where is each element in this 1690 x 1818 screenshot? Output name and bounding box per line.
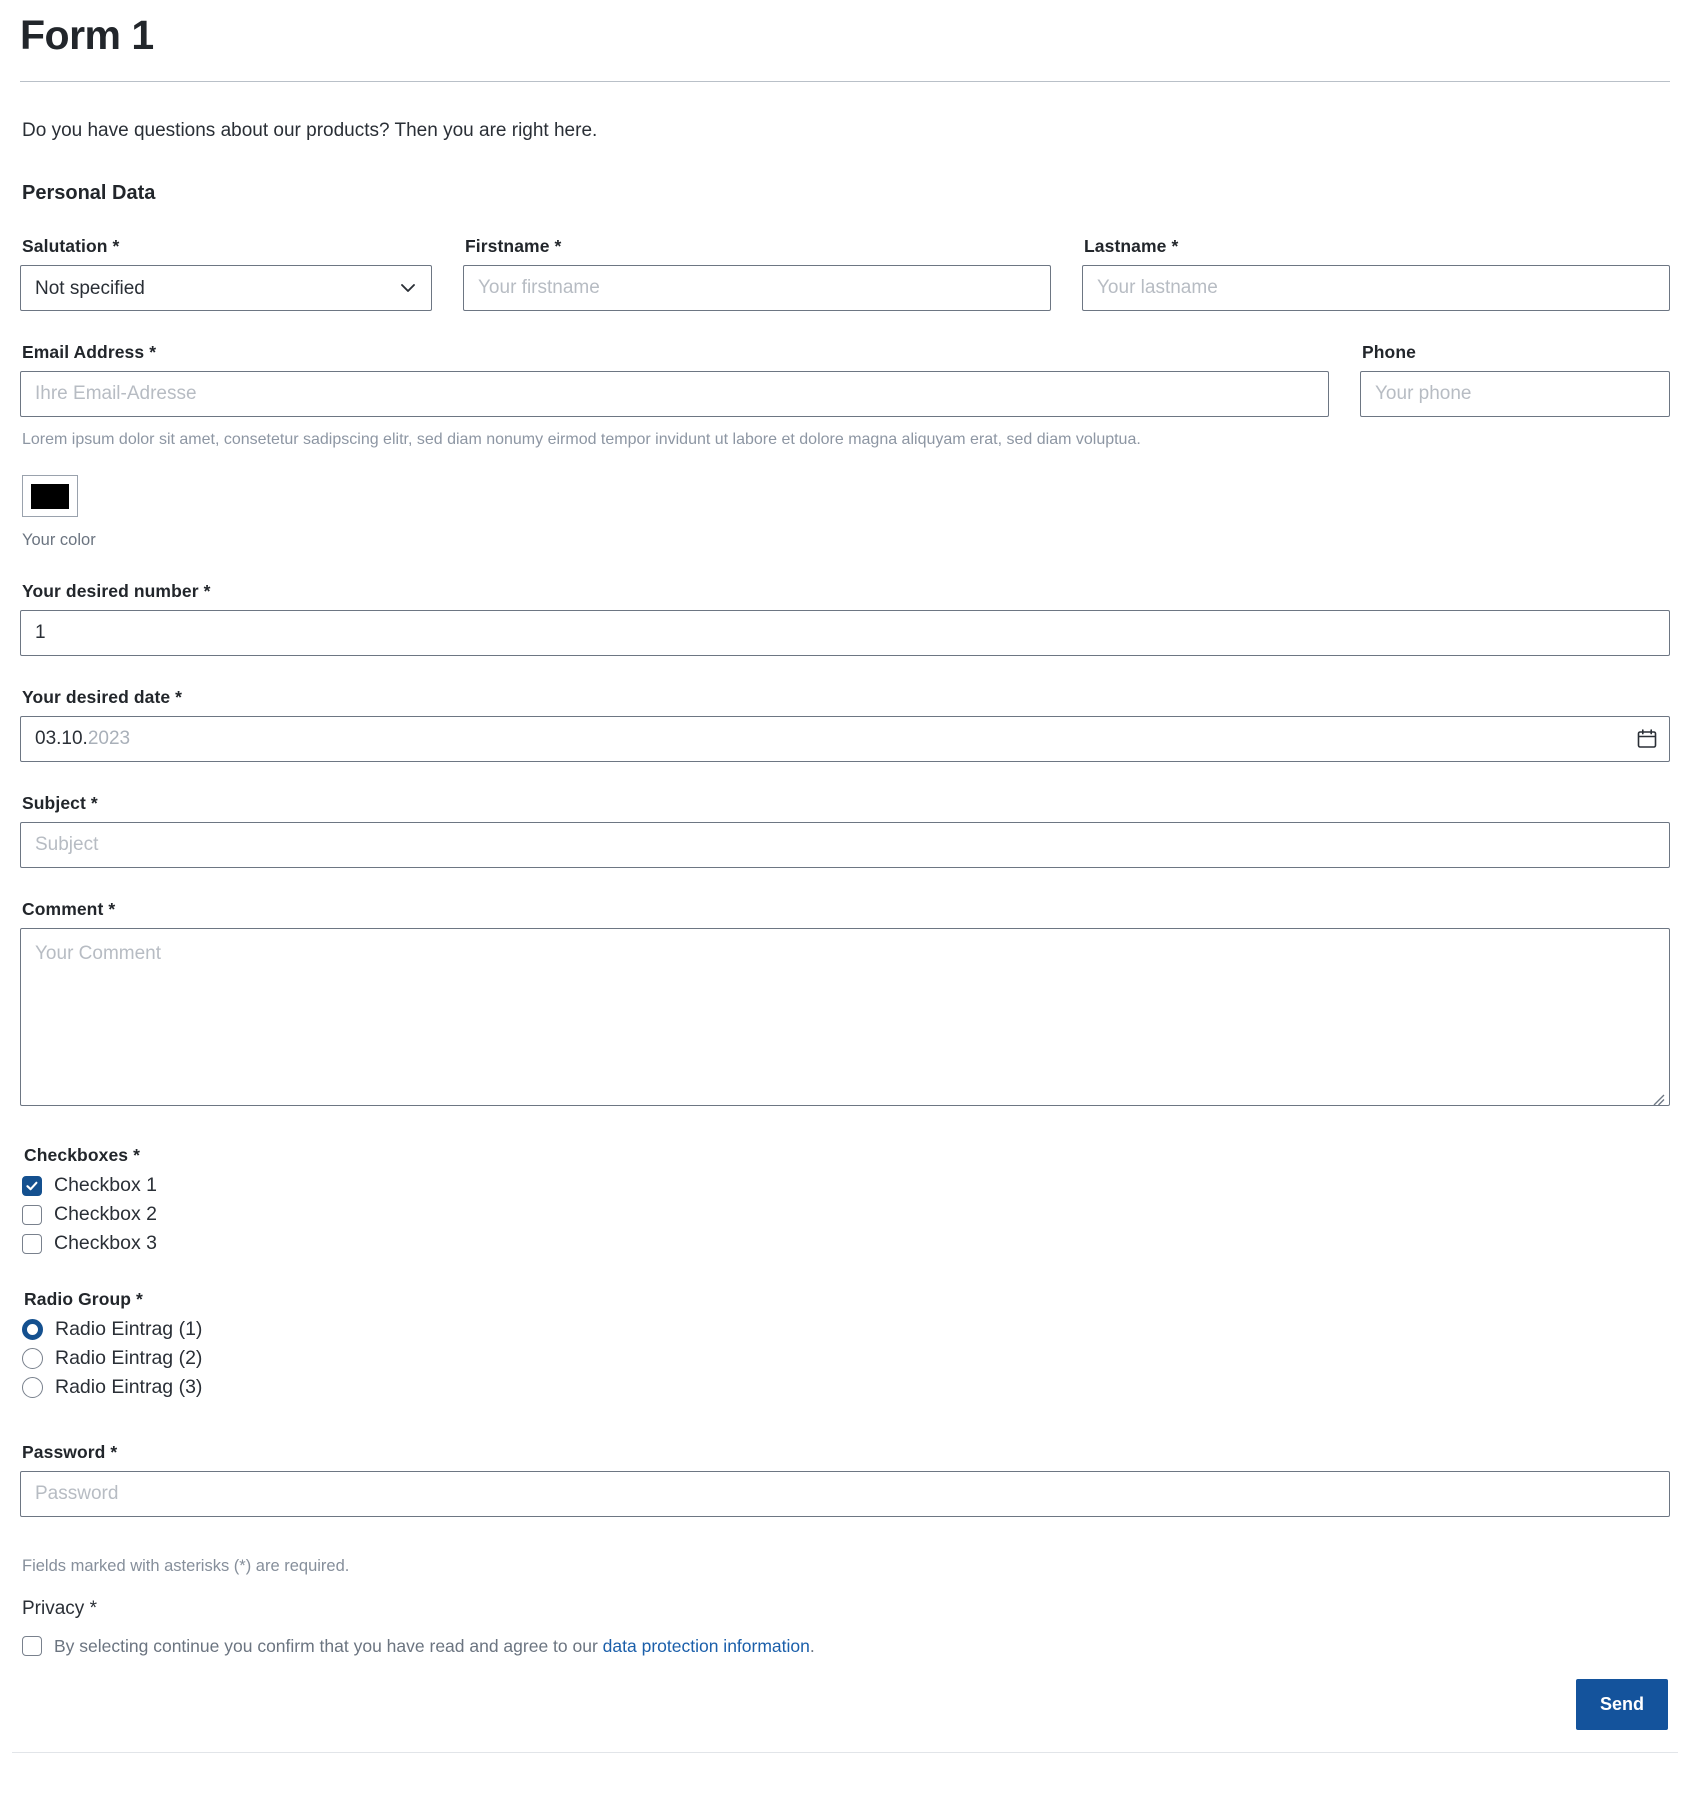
field-firstname: Firstname * <box>463 236 1051 311</box>
checkbox-input-2[interactable] <box>22 1204 42 1225</box>
field-salutation: Salutation * Not specified <box>20 236 432 311</box>
comment-wrapper <box>20 928 1670 1111</box>
form-actions: Send <box>12 1679 1668 1730</box>
radio-input-3[interactable] <box>22 1377 43 1398</box>
calendar-icon[interactable] <box>1636 728 1658 750</box>
checkboxes-label: Checkboxes * <box>24 1145 140 1165</box>
checkbox-label-1: Checkbox 1 <box>54 1174 157 1196</box>
bottom-divider <box>12 1752 1678 1753</box>
phone-input[interactable] <box>1360 371 1670 417</box>
date-input-wrapper: 03.10.2023 <box>20 716 1670 762</box>
email-helper-text: Lorem ipsum dolor sit amet, consetetur s… <box>22 431 1141 448</box>
row-password: Password * <box>20 1411 1670 1517</box>
salutation-label: Salutation * <box>22 236 120 256</box>
required-fields-note: Fields marked with asterisks (*) are req… <box>22 1557 350 1575</box>
radio-label-1: Radio Eintrag (1) <box>55 1318 203 1340</box>
field-number: Your desired number * <box>20 581 1670 656</box>
date-input[interactable] <box>20 716 1670 762</box>
checkbox-row[interactable]: Checkbox 2 <box>22 1203 1678 1226</box>
checkbox-input-3[interactable] <box>22 1233 42 1254</box>
field-checkboxes: Checkboxes * Checkbox 1 Checkbox 2 Check… <box>22 1145 1678 1255</box>
field-email: Email Address * <box>20 342 1329 417</box>
firstname-input[interactable] <box>463 265 1051 311</box>
page-title: Form 1 <box>20 12 154 58</box>
field-subject: Subject * <box>20 793 1670 868</box>
privacy-text-part: By selecting continue you confirm that y… <box>54 1636 603 1656</box>
field-date: Your desired date * 03.10.2023 <box>20 687 1670 762</box>
radio-label-3: Radio Eintrag (3) <box>55 1376 203 1398</box>
send-button[interactable]: Send <box>1575 1679 1668 1730</box>
checkbox-label-2: Checkbox 2 <box>54 1203 157 1225</box>
subject-input[interactable] <box>20 822 1670 868</box>
email-input[interactable] <box>20 371 1329 417</box>
checkbox-label-3: Checkbox 3 <box>54 1232 157 1254</box>
privacy-checkbox[interactable] <box>22 1636 42 1656</box>
radio-row[interactable]: Radio Eintrag (3) <box>22 1376 1678 1399</box>
salutation-select[interactable]: Not specified <box>20 265 432 311</box>
radio-group-label: Radio Group * <box>24 1289 143 1309</box>
password-input[interactable] <box>20 1471 1670 1517</box>
field-color: Your color <box>22 475 1678 550</box>
radio-label-2: Radio Eintrag (2) <box>55 1347 203 1369</box>
lastname-label: Lastname * <box>1084 236 1179 256</box>
row-subject: Subject * <box>20 762 1670 868</box>
radio-input-1[interactable] <box>22 1319 43 1340</box>
row-date: Your desired date * 03.10.2023 <box>20 656 1670 762</box>
color-picker-input[interactable] <box>22 475 78 517</box>
date-label: Your desired date * <box>22 687 183 707</box>
email-label: Email Address * <box>22 342 157 362</box>
color-caption: Your color <box>22 531 96 549</box>
number-label: Your desired number * <box>22 581 211 601</box>
radio-row[interactable]: Radio Eintrag (2) <box>22 1347 1678 1370</box>
section-heading-personal-data: Personal Data <box>22 182 156 204</box>
subject-label: Subject * <box>22 793 98 813</box>
field-phone: Phone <box>1360 342 1670 417</box>
checkbox-row[interactable]: Checkbox 3 <box>22 1232 1678 1255</box>
password-label: Password * <box>22 1442 118 1462</box>
salutation-select-wrapper: Not specified <box>20 265 432 311</box>
field-password: Password * <box>20 1442 1670 1517</box>
intro-text: Do you have questions about our products… <box>22 120 598 141</box>
title-divider <box>20 81 1670 82</box>
privacy-text-period: . <box>809 1636 815 1656</box>
row-comment: Comment * <box>20 868 1670 1111</box>
privacy-consent-text: By selecting continue you confirm that y… <box>54 1636 815 1657</box>
privacy-consent-row[interactable]: By selecting continue you confirm that y… <box>22 1636 1678 1657</box>
row-contact: Email Address * Phone <box>20 311 1670 417</box>
checkbox-row[interactable]: Checkbox 1 <box>22 1174 1678 1197</box>
lastname-input[interactable] <box>1082 265 1670 311</box>
radio-row[interactable]: Radio Eintrag (1) <box>22 1318 1678 1341</box>
comment-textarea[interactable] <box>20 928 1670 1106</box>
form-page: Form 1 Do you have questions about our p… <box>0 12 1690 1753</box>
data-protection-link[interactable]: data protection information <box>603 1636 810 1656</box>
privacy-label: Privacy * <box>22 1598 97 1619</box>
number-input[interactable] <box>20 610 1670 656</box>
comment-label: Comment * <box>22 899 116 919</box>
firstname-label: Firstname * <box>465 236 562 256</box>
field-radio-group: Radio Group * Radio Eintrag (1) Radio Ei… <box>22 1289 1678 1399</box>
phone-label: Phone <box>1362 342 1416 362</box>
field-comment: Comment * <box>20 899 1670 1111</box>
field-lastname: Lastname * <box>1082 236 1670 311</box>
checkbox-input-1[interactable] <box>22 1175 42 1196</box>
row-name: Salutation * Not specified Firstname * L… <box>20 205 1670 311</box>
check-icon <box>26 1181 38 1190</box>
row-number: Your desired number * <box>20 550 1670 656</box>
radio-input-2[interactable] <box>22 1348 43 1369</box>
color-swatch-fill <box>31 483 69 509</box>
